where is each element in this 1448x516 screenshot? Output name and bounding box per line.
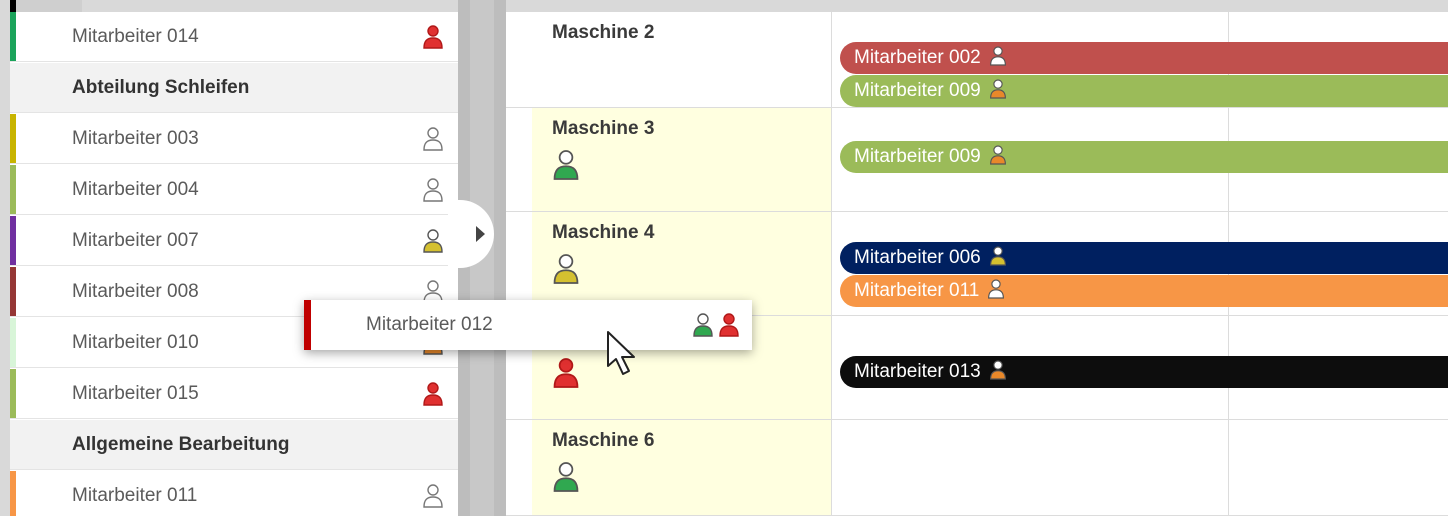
assignment-employee-name: Mitarbeiter 013 <box>854 361 981 382</box>
machine-name: Maschine 4 <box>552 222 655 243</box>
assignment-bar[interactable]: Mitarbeiter 009 <box>840 75 1448 107</box>
person-red-icon <box>422 24 444 50</box>
employee-list-item[interactable]: Mitarbeiter 007 <box>10 216 458 266</box>
person-orange-icon <box>989 359 1007 381</box>
employee-name: Mitarbeiter 014 <box>72 26 199 47</box>
employee-color-stripe <box>10 216 16 265</box>
employee-name: Mitarbeiter 008 <box>72 281 199 302</box>
machine-schedule[interactable]: Maschine 2 Mitarbeiter 002 Mitarbeiter 009… <box>506 12 1448 516</box>
assignment-bar[interactable]: Mitarbeiter 002 <box>840 42 1448 74</box>
machine-name: Maschine 6 <box>552 430 655 451</box>
person-green-icon <box>552 460 580 494</box>
group-header: Allgemeine Bearbeitung <box>10 420 458 470</box>
machine-label-cell: Maschine 6 <box>532 420 832 515</box>
person-outline-icon <box>422 483 444 509</box>
person-yellow-icon <box>552 252 580 286</box>
assignment-employee-name: Mitarbeiter 009 <box>854 146 981 167</box>
assignment-employee-name: Mitarbeiter 011 <box>854 280 980 301</box>
person-green-icon <box>692 312 714 338</box>
employee-color-stripe <box>10 114 16 163</box>
time-grid-line <box>1228 420 1229 515</box>
employee-name: Mitarbeiter 007 <box>72 230 199 251</box>
machine-label-cell: Maschine 3 <box>532 108 832 211</box>
person-red-icon <box>552 356 580 390</box>
assignment-bar[interactable]: Mitarbeiter 011 <box>840 275 1448 307</box>
employee-list[interactable]: Mitarbeiter 014 Abteilung Schleifen Mitarb… <box>10 12 458 516</box>
person-white-icon <box>987 278 1005 300</box>
employee-color-stripe <box>10 471 16 516</box>
assignment-employee-name: Mitarbeiter 002 <box>854 47 981 68</box>
person-yellow-icon <box>989 245 1007 267</box>
employee-color-stripe <box>10 165 16 214</box>
group-header-label: Allgemeine Bearbeitung <box>72 434 290 455</box>
employee-name: Mitarbeiter 003 <box>72 128 199 149</box>
employee-list-item[interactable]: Mitarbeiter 003 <box>10 114 458 164</box>
group-header-label: Abteilung Schleifen <box>72 77 250 98</box>
employee-list-item[interactable]: Mitarbeiter 011 <box>10 471 458 516</box>
person-outline-icon <box>422 177 444 203</box>
machine-name: Maschine 2 <box>552 22 655 43</box>
employee-name: Mitarbeiter 011 <box>72 485 198 506</box>
top-edge-nub <box>10 0 16 12</box>
drag-ghost-employee[interactable]: Mitarbeiter 012 <box>304 300 752 350</box>
machine-name: Maschine 3 <box>552 118 655 139</box>
assignment-employee-name: Mitarbeiter 006 <box>854 247 981 268</box>
employee-name: Mitarbeiter 010 <box>72 332 199 353</box>
person-red-icon <box>718 312 740 338</box>
employee-color-stripe <box>10 267 16 316</box>
triangle-right-icon <box>476 226 485 242</box>
person-yellow-icon <box>422 228 444 254</box>
person-outline-icon <box>422 126 444 152</box>
person-red-icon <box>422 381 444 407</box>
top-edge <box>10 0 82 12</box>
machine-row[interactable]: Maschine 3 Mitarbeiter 009 <box>506 108 1448 212</box>
employee-color-stripe <box>10 369 16 418</box>
assignment-bar[interactable]: Mitarbeiter 006 <box>840 242 1448 274</box>
person-orange-icon <box>989 78 1007 100</box>
person-green-icon <box>552 148 580 182</box>
employee-name: Mitarbeiter 015 <box>72 383 199 404</box>
employee-list-item[interactable]: Mitarbeiter 014 <box>10 12 458 62</box>
assignment-employee-name: Mitarbeiter 009 <box>854 80 981 101</box>
machine-row[interactable]: Maschine 6 <box>506 420 1448 516</box>
assignment-bar[interactable]: Mitarbeiter 009 <box>840 141 1448 173</box>
machine-label-cell: Maschine 2 <box>532 12 832 107</box>
drag-ghost-label: Mitarbeiter 012 <box>366 314 493 335</box>
employee-list-item[interactable]: Mitarbeiter 015 <box>10 369 458 419</box>
employee-list-item[interactable]: Mitarbeiter 004 <box>10 165 458 215</box>
machine-row[interactable]: Maschine 2 Mitarbeiter 002 Mitarbeiter 009 <box>506 12 1448 108</box>
employee-color-stripe <box>10 318 16 367</box>
assignment-bar[interactable]: Mitarbeiter 013 <box>840 356 1448 388</box>
group-header: Abteilung Schleifen <box>10 63 458 113</box>
employee-color-stripe <box>10 12 16 61</box>
employee-name: Mitarbeiter 004 <box>72 179 199 200</box>
person-white-icon <box>989 45 1007 67</box>
person-orange-icon <box>989 144 1007 166</box>
mouse-cursor-icon <box>607 331 635 375</box>
employee-color-stripe <box>304 300 311 350</box>
